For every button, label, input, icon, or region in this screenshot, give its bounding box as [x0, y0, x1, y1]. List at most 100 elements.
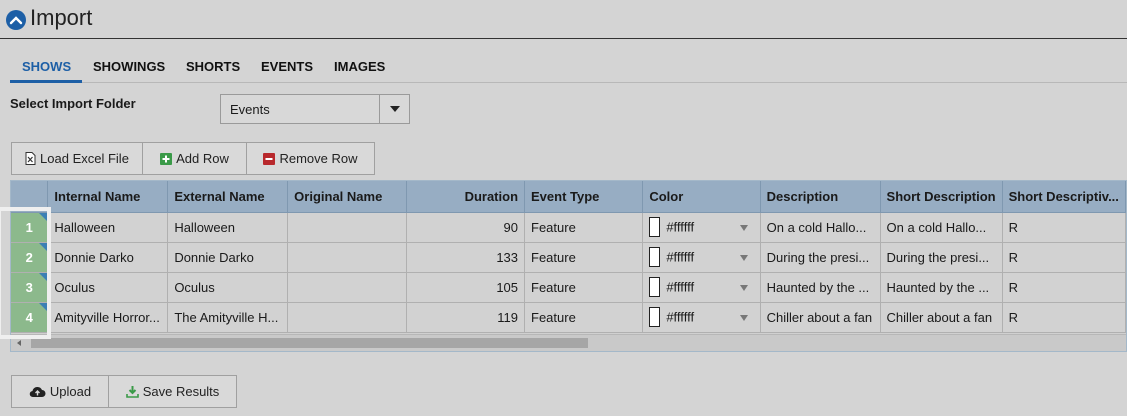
caret-down-icon[interactable] [739, 314, 748, 321]
column-header-short-description[interactable]: Short Description [880, 181, 1003, 213]
tab-shows[interactable]: SHOWS [22, 59, 71, 74]
tab-images[interactable]: IMAGES [334, 59, 385, 74]
caret-down-icon[interactable] [739, 254, 748, 261]
row-number-header [11, 181, 49, 213]
cell-external-name[interactable]: The Amityville H... [167, 302, 289, 333]
cell-short-description[interactable]: During the presi... [880, 242, 1003, 273]
table-row[interactable]: 2 Donnie Darko Donnie Darko 133 Feature … [11, 242, 1126, 273]
cell-duration[interactable]: 90 [406, 212, 526, 243]
cell-original-name[interactable] [287, 272, 408, 303]
cell-original-name[interactable] [287, 302, 408, 333]
cell-duration[interactable]: 119 [406, 302, 526, 333]
cell-external-name[interactable]: Donnie Darko [167, 242, 289, 273]
cell-original-name[interactable] [287, 242, 408, 273]
add-row-label: Add Row [176, 151, 229, 166]
cell-short-description-2[interactable]: R [1002, 272, 1126, 303]
chevron-up-circle-icon[interactable] [6, 10, 26, 30]
tab-shorts[interactable]: SHORTS [186, 59, 240, 74]
load-excel-button[interactable]: Load Excel File [11, 142, 143, 175]
cell-description[interactable]: Chiller about a fan [760, 302, 881, 333]
cell-event-type[interactable]: Feature [524, 302, 644, 333]
cell-description[interactable]: Haunted by the ... [760, 272, 881, 303]
cell-external-name[interactable]: Oculus [167, 272, 289, 303]
cell-duration[interactable]: 105 [406, 272, 526, 303]
cell-internal-name[interactable]: Oculus [47, 272, 169, 303]
cell-color[interactable]: #ffffff [642, 212, 761, 243]
cell-short-description[interactable]: On a cold Hallo... [880, 212, 1003, 243]
cell-duration[interactable]: 133 [406, 242, 526, 273]
active-tab-indicator [10, 80, 82, 83]
cell-description[interactable]: During the presi... [760, 242, 881, 273]
color-value: #ffffff [666, 219, 695, 235]
cell-original-name[interactable] [287, 212, 408, 243]
cell-short-description[interactable]: Haunted by the ... [880, 272, 1003, 303]
cell-internal-name[interactable]: Halloween [47, 212, 169, 243]
table-row[interactable]: 3 Oculus Oculus 105 Feature #ffffff Haun… [11, 272, 1126, 303]
select-arrow-button[interactable] [379, 95, 409, 123]
import-folder-label: Select Import Folder [10, 96, 136, 111]
horizontal-scrollbar[interactable] [11, 334, 1126, 351]
color-swatch [649, 277, 661, 297]
table-row[interactable]: 1 Halloween Halloween 90 Feature #ffffff… [11, 212, 1126, 243]
add-row-button[interactable]: Add Row [142, 142, 247, 175]
import-folder-value: Events [230, 102, 270, 117]
color-value: #ffffff [666, 309, 695, 325]
upload-button[interactable]: Upload [11, 375, 109, 408]
import-grid: Internal Name External Name Original Nam… [10, 180, 1127, 352]
excel-file-icon [25, 152, 36, 165]
import-folder-select[interactable]: Events [220, 94, 410, 124]
plus-square-icon [160, 152, 173, 165]
cell-color[interactable]: #ffffff [642, 272, 761, 303]
row-number[interactable]: 1 [11, 212, 49, 243]
cell-internal-name[interactable]: Amityville Horror... [47, 302, 169, 333]
column-header-internal-name[interactable]: Internal Name [47, 181, 169, 213]
cell-event-type[interactable]: Feature [524, 242, 644, 273]
tab-events[interactable]: EVENTS [261, 59, 313, 74]
upload-label: Upload [49, 384, 92, 399]
color-swatch [649, 217, 661, 237]
column-header-duration[interactable]: Duration [406, 181, 526, 213]
color-swatch [649, 307, 661, 327]
save-results-button[interactable]: Save Results [108, 375, 237, 408]
cell-event-type[interactable]: Feature [524, 212, 644, 243]
scrollbar-thumb[interactable] [31, 338, 588, 348]
page-title: Import [30, 5, 93, 30]
caret-down-icon[interactable] [739, 224, 748, 231]
color-value: #ffffff [666, 279, 695, 295]
save-results-label: Save Results [142, 384, 220, 399]
grid-header-row: Internal Name External Name Original Nam… [11, 181, 1126, 213]
column-header-external-name[interactable]: External Name [167, 181, 289, 213]
remove-row-label: Remove Row [279, 151, 358, 166]
cell-short-description-2[interactable]: R [1002, 242, 1126, 273]
cell-short-description[interactable]: Chiller about a fan [880, 302, 1003, 333]
remove-row-button[interactable]: Remove Row [246, 142, 375, 175]
column-header-original-name[interactable]: Original Name [287, 181, 408, 213]
table-row[interactable]: 4 Amityville Horror... The Amityville H.… [11, 302, 1126, 333]
row-number[interactable]: 2 [11, 242, 49, 273]
column-header-short-description-2[interactable]: Short Descriptiv... [1002, 181, 1126, 213]
column-header-description[interactable]: Description [760, 181, 881, 213]
cell-internal-name[interactable]: Donnie Darko [47, 242, 169, 273]
load-excel-label: Load Excel File [40, 151, 129, 166]
caret-down-icon [390, 106, 400, 112]
tab-bar: SHOWS SHOWINGS SHORTS EVENTS IMAGES [10, 50, 1127, 83]
caret-down-icon[interactable] [739, 284, 748, 291]
cell-description[interactable]: On a cold Hallo... [760, 212, 881, 243]
cell-external-name[interactable]: Halloween [167, 212, 289, 243]
page-header: Import [0, 0, 1127, 39]
download-icon [125, 386, 139, 398]
column-header-color[interactable]: Color [642, 181, 761, 213]
scroll-left-icon[interactable] [17, 340, 21, 346]
cell-short-description-2[interactable]: R [1002, 302, 1126, 333]
cell-event-type[interactable]: Feature [524, 272, 644, 303]
tab-showings[interactable]: SHOWINGS [93, 59, 165, 74]
color-value: #ffffff [666, 249, 695, 265]
color-swatch [649, 247, 661, 267]
cell-short-description-2[interactable]: R [1002, 212, 1126, 243]
row-number[interactable]: 4 [11, 302, 49, 333]
column-header-event-type[interactable]: Event Type [524, 181, 644, 213]
row-number[interactable]: 3 [11, 272, 49, 303]
cell-color[interactable]: #ffffff [642, 302, 761, 333]
minus-square-icon [263, 152, 276, 165]
cell-color[interactable]: #ffffff [642, 242, 761, 273]
